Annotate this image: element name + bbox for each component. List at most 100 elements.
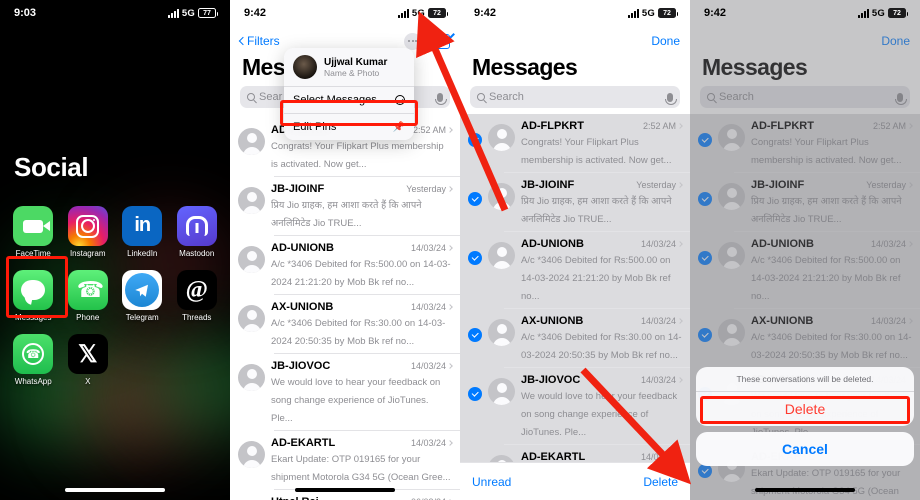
battery-level: 77 xyxy=(203,9,211,17)
microphone-icon[interactable] xyxy=(665,92,677,105)
table-row[interactable]: AD-FLPKRT 2:52 AM Congrats! Your Flipkart … xyxy=(460,114,690,173)
more-options-button[interactable] xyxy=(404,32,421,50)
conversation-date: 2:52 AM xyxy=(412,125,446,135)
status-time: 9:42 xyxy=(474,7,497,19)
x-icon: 𝕏 xyxy=(67,334,108,374)
action-sheet-message: These conversations will be deleted. xyxy=(696,367,914,392)
chevron-right-icon xyxy=(447,304,453,310)
screenshot-stage: 9:03 5G 77 Social FaceTime Instagram in xyxy=(0,0,920,500)
panel-selection-mode: 9:42 5G 72 Done Messages Search AD-FLPKR… xyxy=(460,0,690,500)
chevron-right-icon xyxy=(447,363,453,369)
app-threads[interactable]: @ Threads xyxy=(170,264,225,322)
app-label: Threads xyxy=(182,313,212,322)
app-mastodon[interactable]: Mastodon xyxy=(170,200,225,258)
status-bar: 9:03 5G 77 xyxy=(0,0,230,26)
filters-back-button[interactable]: Filters xyxy=(238,34,280,48)
chevron-right-icon xyxy=(447,440,453,446)
whatsapp-icon: ☎ xyxy=(13,334,54,374)
table-row[interactable]: JB-JIOINF Yesterday प्रिय Jio ग्राहक, हम आ… xyxy=(460,173,690,232)
chevron-right-icon xyxy=(447,245,453,251)
search-input[interactable]: Search xyxy=(470,86,680,108)
context-menu-profile[interactable]: Ujjwal Kumar Name & Photo xyxy=(284,48,414,87)
signal-bars-icon xyxy=(167,8,179,18)
app-label: Phone xyxy=(76,313,100,322)
action-sheet-cancel-button[interactable]: Cancel xyxy=(696,432,914,466)
row-checkbox[interactable] xyxy=(468,192,482,206)
conversation-name: JB-JIOVOC xyxy=(271,360,331,372)
conversation-preview: We would love to hear your feedback on s… xyxy=(271,377,441,424)
instagram-icon xyxy=(67,206,108,246)
table-row[interactable]: AD-EKARTL 14/03/24 Ekart Update: OTP 01916… xyxy=(230,431,460,490)
search-icon xyxy=(247,93,255,101)
panel-context-menu: 9:42 5G 72 Filters Mes Sear 2:52 AM Cong… xyxy=(230,0,460,500)
avatar xyxy=(238,305,265,332)
table-row[interactable]: AX-UNIONB 14/03/24 A/c *3406 Debited for R… xyxy=(230,295,460,354)
selection-toolbar: Unread Delete xyxy=(460,462,690,500)
conversation-list: AD-FLPKRT 2:52 AM Congrats! Your Flipkart … xyxy=(460,114,690,500)
status-time: 9:42 xyxy=(244,7,267,19)
battery-level: 72 xyxy=(893,9,901,17)
battery-icon: 72 xyxy=(888,8,908,18)
conversation-preview: प्रिय Jio ग्राहक, हम आशा करते हैं कि आपन… xyxy=(271,200,422,229)
row-checkbox[interactable] xyxy=(468,387,482,401)
conversation-date: 14/03/24 xyxy=(410,438,446,448)
app-phone[interactable]: ☎ Phone xyxy=(61,264,116,322)
app-facetime[interactable]: FaceTime xyxy=(6,200,61,258)
table-row[interactable]: JB-JIOVOC 14/03/24 We would love to hear y… xyxy=(230,354,460,431)
delete-button[interactable]: Delete xyxy=(643,475,678,489)
network-label: 5G xyxy=(871,7,885,19)
done-button[interactable]: Done xyxy=(651,34,680,48)
table-row[interactable]: AD-UNIONB 14/03/24 A/c *3406 Debited for R… xyxy=(460,232,690,309)
conversation-name: AD-FLPKRT xyxy=(521,120,584,132)
table-row[interactable]: AX-UNIONB 14/03/24 A/c *3406 Debited for R… xyxy=(460,309,690,368)
conversation-name: AD-EKARTL xyxy=(271,437,336,449)
network-label: 5G xyxy=(411,7,425,19)
profile-subtitle: Name & Photo xyxy=(324,67,380,78)
avatar xyxy=(238,246,265,273)
status-time: 9:42 xyxy=(704,7,727,19)
unread-button[interactable]: Unread xyxy=(472,475,511,489)
avatar xyxy=(238,187,265,214)
conversation-date: 14/03/24 xyxy=(640,239,676,249)
avatar xyxy=(488,242,515,269)
app-telegram[interactable]: Telegram xyxy=(115,264,170,322)
row-checkbox[interactable] xyxy=(468,328,482,342)
home-indicator xyxy=(755,488,855,492)
app-label: Mastodon xyxy=(179,249,215,258)
compose-icon[interactable] xyxy=(435,33,450,49)
linkedin-icon: in xyxy=(122,206,163,246)
network-label: 5G xyxy=(641,7,655,19)
app-label: Telegram xyxy=(125,313,159,322)
conversation-preview: A/c *3406 Debited for Rs:30.00 on 14-03-… xyxy=(521,332,682,361)
microphone-icon[interactable] xyxy=(435,92,447,105)
app-label: WhatsApp xyxy=(14,377,52,386)
chevron-right-icon xyxy=(677,123,683,129)
app-label: X xyxy=(85,377,91,386)
avatar xyxy=(488,124,515,151)
conversation-name: AX-UNIONB xyxy=(271,301,334,313)
table-row[interactable]: JB-JIOINF Yesterday प्रिय Jio ग्राहक, हम आ… xyxy=(230,177,460,236)
status-bar: 9:42 5G 72 xyxy=(230,0,460,26)
avatar xyxy=(488,183,515,210)
app-whatsapp[interactable]: ☎ WhatsApp xyxy=(6,328,61,386)
status-bar: 9:42 5G 72 xyxy=(460,0,690,26)
app-x[interactable]: 𝕏 X xyxy=(61,328,116,386)
signal-bars-icon xyxy=(397,8,409,18)
table-row[interactable]: AD-UNIONB 14/03/24 A/c *3406 Debited for R… xyxy=(230,236,460,295)
row-checkbox[interactable] xyxy=(468,133,482,147)
app-linkedin[interactable]: in LinkedIn xyxy=(115,200,170,258)
app-instagram[interactable]: Instagram xyxy=(61,200,116,258)
conversation-preview: A/c *3406 Debited for Rs:30.00 on 14-03-… xyxy=(271,318,446,347)
row-checkbox[interactable] xyxy=(468,251,482,265)
table-row[interactable]: JB-JIOVOC 14/03/24 We would love to hear y… xyxy=(460,368,690,445)
app-label: LinkedIn xyxy=(127,249,158,258)
conversation-name: JB-JIOINF xyxy=(271,183,325,195)
avatar xyxy=(488,378,515,405)
chevron-right-icon xyxy=(677,182,683,188)
avatar xyxy=(238,128,265,155)
conversation-name: AD-UNIONB xyxy=(521,238,584,250)
conversation-preview: A/c *3406 Debited for Rs:500.00 on 14-03… xyxy=(271,259,451,288)
nav-back-label: Filters xyxy=(247,34,280,48)
chevron-right-icon xyxy=(677,377,683,383)
avatar xyxy=(238,364,265,391)
